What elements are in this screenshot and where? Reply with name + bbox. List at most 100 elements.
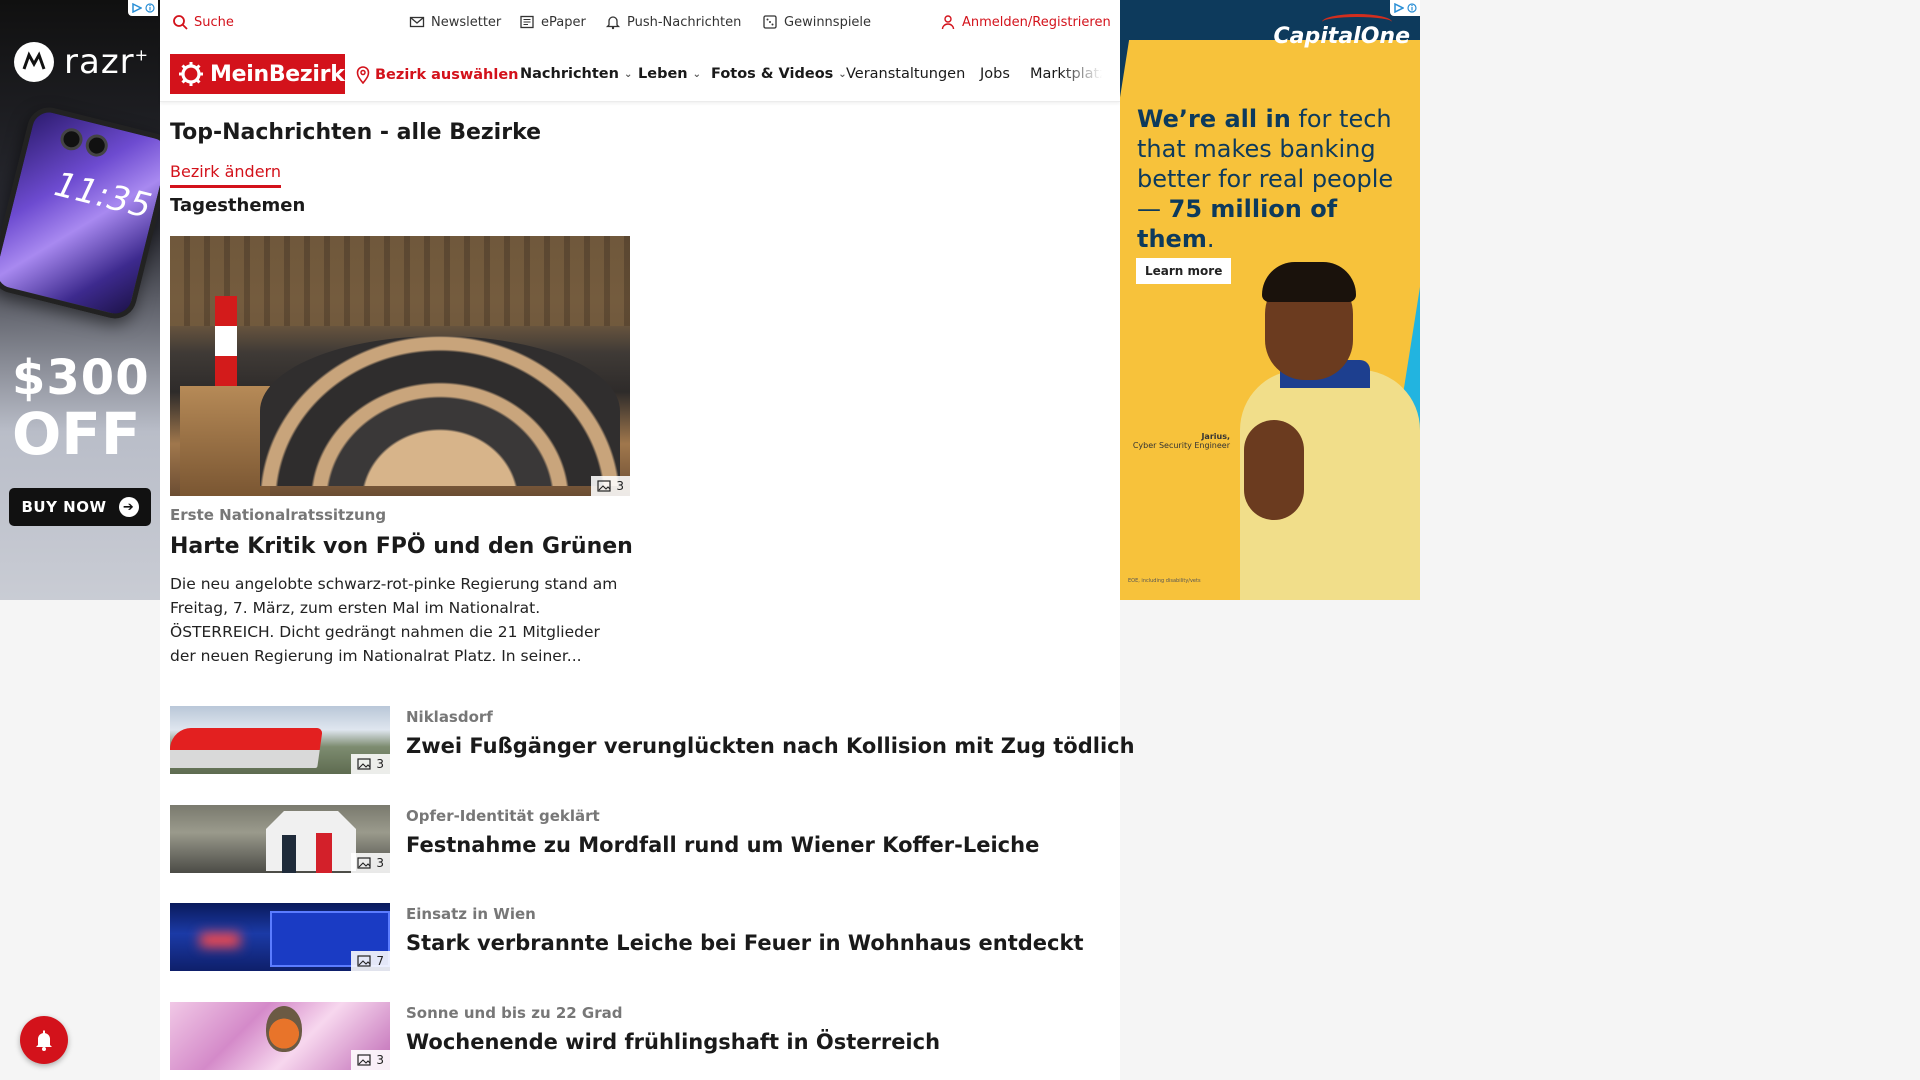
ad-right-copy: We’re all in for tech that makes banking… xyxy=(1137,104,1407,254)
nav-item-label: Nachrichten xyxy=(520,66,619,82)
nav-item-label: Veranstaltungen xyxy=(846,66,966,82)
article-kicker: Opfer-Identität geklärt xyxy=(406,807,600,825)
epaper-link[interactable]: ePaper xyxy=(519,14,586,30)
lead-article-teaser: Die neu angelobte schwarz-rot-pinke Regi… xyxy=(170,575,618,665)
article-thumbnail[interactable]: 3 xyxy=(170,706,390,774)
chevron-down-icon: ⌄ xyxy=(623,68,633,80)
ad-right-caption-role: Cyber Security Engineer xyxy=(1132,441,1230,450)
gift-icon xyxy=(763,15,777,29)
image-count-badge: 3 xyxy=(351,754,390,774)
contests-label: Gewinnspiele xyxy=(784,14,872,30)
change-district-link[interactable]: Bezirk ändern xyxy=(170,162,281,188)
article-kicker: Niklasdorf xyxy=(406,708,493,726)
ad-left-brand-name: razr xyxy=(64,42,135,82)
ad-right-line2-end: . xyxy=(1206,225,1215,253)
article-title[interactable]: Stark verbrannte Leiche bei Feuer in Woh… xyxy=(406,931,1084,955)
logo-text: MeinBezirk xyxy=(210,61,345,87)
meinbezirk-logo[interactable]: MeinBezirk xyxy=(170,54,345,94)
ad-right-caption-name: Jarius, xyxy=(1201,432,1230,441)
image-count-badge: 3 xyxy=(591,476,630,496)
ad-right-line1-bold: We’re all in xyxy=(1137,105,1291,133)
newsletter-link[interactable]: Newsletter xyxy=(409,14,501,30)
user-icon xyxy=(941,15,955,30)
nav-item-nachrichten[interactable]: Nachrichten ⌄ xyxy=(520,66,632,82)
main-column: Suche Newsletter ePaper Push-Nachrichten… xyxy=(160,0,1135,1080)
nav-item-veranstaltungen[interactable]: Veranstaltungen xyxy=(846,66,965,82)
ad-left-phone-time: 11:35 xyxy=(50,164,156,227)
image-count-badge: 7 xyxy=(351,951,390,971)
lead-article-title[interactable]: Harte Kritik von FPÖ und den Grünen xyxy=(170,534,633,559)
image-count: 3 xyxy=(376,757,384,771)
logo-sun-icon xyxy=(179,62,203,86)
image-count-badge: 3 xyxy=(351,853,390,873)
ad-left-skyscraper[interactable]: razr+ 11:35 $300 OFF BUY NOW ➔ xyxy=(0,0,160,600)
ad-left-offer-off: OFF xyxy=(12,400,141,468)
article-kicker: Sonne und bis zu 22 Grad xyxy=(406,1004,623,1022)
list-item[interactable]: 3 Opfer-Identität geklärt Festnahme zu M… xyxy=(170,805,1110,873)
image-count: 3 xyxy=(376,856,384,870)
adchoices-icon[interactable] xyxy=(1390,0,1420,16)
map-pin-icon xyxy=(356,66,370,84)
arrow-right-icon: ➔ xyxy=(118,497,139,517)
article-kicker: Einsatz in Wien xyxy=(406,905,536,923)
utility-bar: Suche Newsletter ePaper Push-Nachrichten… xyxy=(160,0,1120,46)
image-count: 3 xyxy=(376,1053,384,1067)
push-link[interactable]: Push-Nachrichten xyxy=(605,14,741,30)
ad-left-buy-label: BUY NOW xyxy=(21,498,107,516)
motorola-logo-icon xyxy=(14,42,54,82)
ad-right-brand: CapitalOne xyxy=(1273,24,1410,49)
section-heading: Tagesthemen xyxy=(170,195,306,216)
adchoices-icon[interactable] xyxy=(128,0,158,16)
push-label: Push-Nachrichten xyxy=(627,14,742,30)
article-title[interactable]: Wochenende wird frühlingshaft in Österre… xyxy=(406,1030,940,1054)
article-thumbnail[interactable]: 7 xyxy=(170,903,390,971)
nav-item-label: Leben xyxy=(638,66,688,82)
image-icon xyxy=(357,955,371,967)
image-count: 7 xyxy=(376,954,384,968)
search-label: Suche xyxy=(194,14,234,30)
image-icon xyxy=(357,857,371,869)
main-navigation: MeinBezirk Bezirk auswählen Nachrichten ⌄… xyxy=(160,46,1120,102)
image-icon xyxy=(357,1054,371,1066)
ad-right-caption: Jarius, Cyber Security Engineer xyxy=(1130,432,1230,450)
list-item[interactable]: 3 Sonne und bis zu 22 Grad Wochenende wi… xyxy=(170,1002,1110,1070)
image-count: 3 xyxy=(616,479,624,493)
ad-right-learn-more-button[interactable]: Learn more xyxy=(1136,258,1232,284)
ad-left-phone-image: 11:35 xyxy=(0,102,160,324)
page-title: Top-Nachrichten - alle Bezirke xyxy=(170,120,542,145)
nav-item-jobs[interactable]: Jobs xyxy=(980,66,1010,82)
nav-item-fotos-videos[interactable]: Fotos & Videos ⌄ xyxy=(711,66,847,82)
list-item[interactable]: 3 Niklasdorf Zwei Fußgänger verunglückte… xyxy=(170,706,1135,774)
image-icon xyxy=(597,480,611,492)
login-link[interactable]: Anmelden/Registrieren xyxy=(940,14,1111,30)
article-thumbnail[interactable]: 3 xyxy=(170,805,390,873)
nav-item-leben[interactable]: Leben ⌄ xyxy=(638,66,701,82)
bell-icon xyxy=(36,1030,52,1051)
bell-icon xyxy=(605,16,621,30)
lead-article-image[interactable]: 3 xyxy=(170,236,630,496)
chevron-down-icon: ⌄ xyxy=(692,68,702,80)
ad-right-banner[interactable]: CapitalOne We’re all in for tech that ma… xyxy=(1120,0,1420,600)
image-count-badge: 3 xyxy=(351,1050,390,1070)
lead-article-kicker: Erste Nationalratssitzung xyxy=(170,506,387,524)
ad-left-offer-amount: $300 xyxy=(12,350,150,406)
search-link[interactable]: Suche xyxy=(172,14,234,30)
ad-right-line2-bold: 75 million of them xyxy=(1137,195,1338,253)
contests-link[interactable]: Gewinnspiele xyxy=(762,14,871,30)
epaper-label: ePaper xyxy=(541,14,586,30)
newsletter-label: Newsletter xyxy=(431,14,502,30)
district-selector[interactable]: Bezirk auswählen xyxy=(356,66,519,84)
article-title[interactable]: Festnahme zu Mordfall rund um Wiener Kof… xyxy=(406,833,1039,857)
list-item[interactable]: 7 Einsatz in Wien Stark verbrannte Leich… xyxy=(170,903,1110,971)
ad-left-buy-button[interactable]: BUY NOW ➔ xyxy=(9,488,151,526)
ad-right-fine-print: EOE, including disability/vets xyxy=(1128,578,1201,584)
article-thumbnail[interactable]: 3 xyxy=(170,1002,390,1070)
ad-left-brand: razr+ xyxy=(14,42,149,82)
nav-item-label: Fotos & Videos xyxy=(711,66,834,82)
article-title[interactable]: Zwei Fußgänger verunglückten nach Kollis… xyxy=(406,734,1135,758)
notification-bell-button[interactable] xyxy=(20,1016,68,1064)
image-icon xyxy=(357,758,371,770)
nav-overflow-fade xyxy=(1060,56,1120,96)
newspaper-icon xyxy=(520,15,534,29)
ad-left-brand-sup: + xyxy=(134,45,150,65)
